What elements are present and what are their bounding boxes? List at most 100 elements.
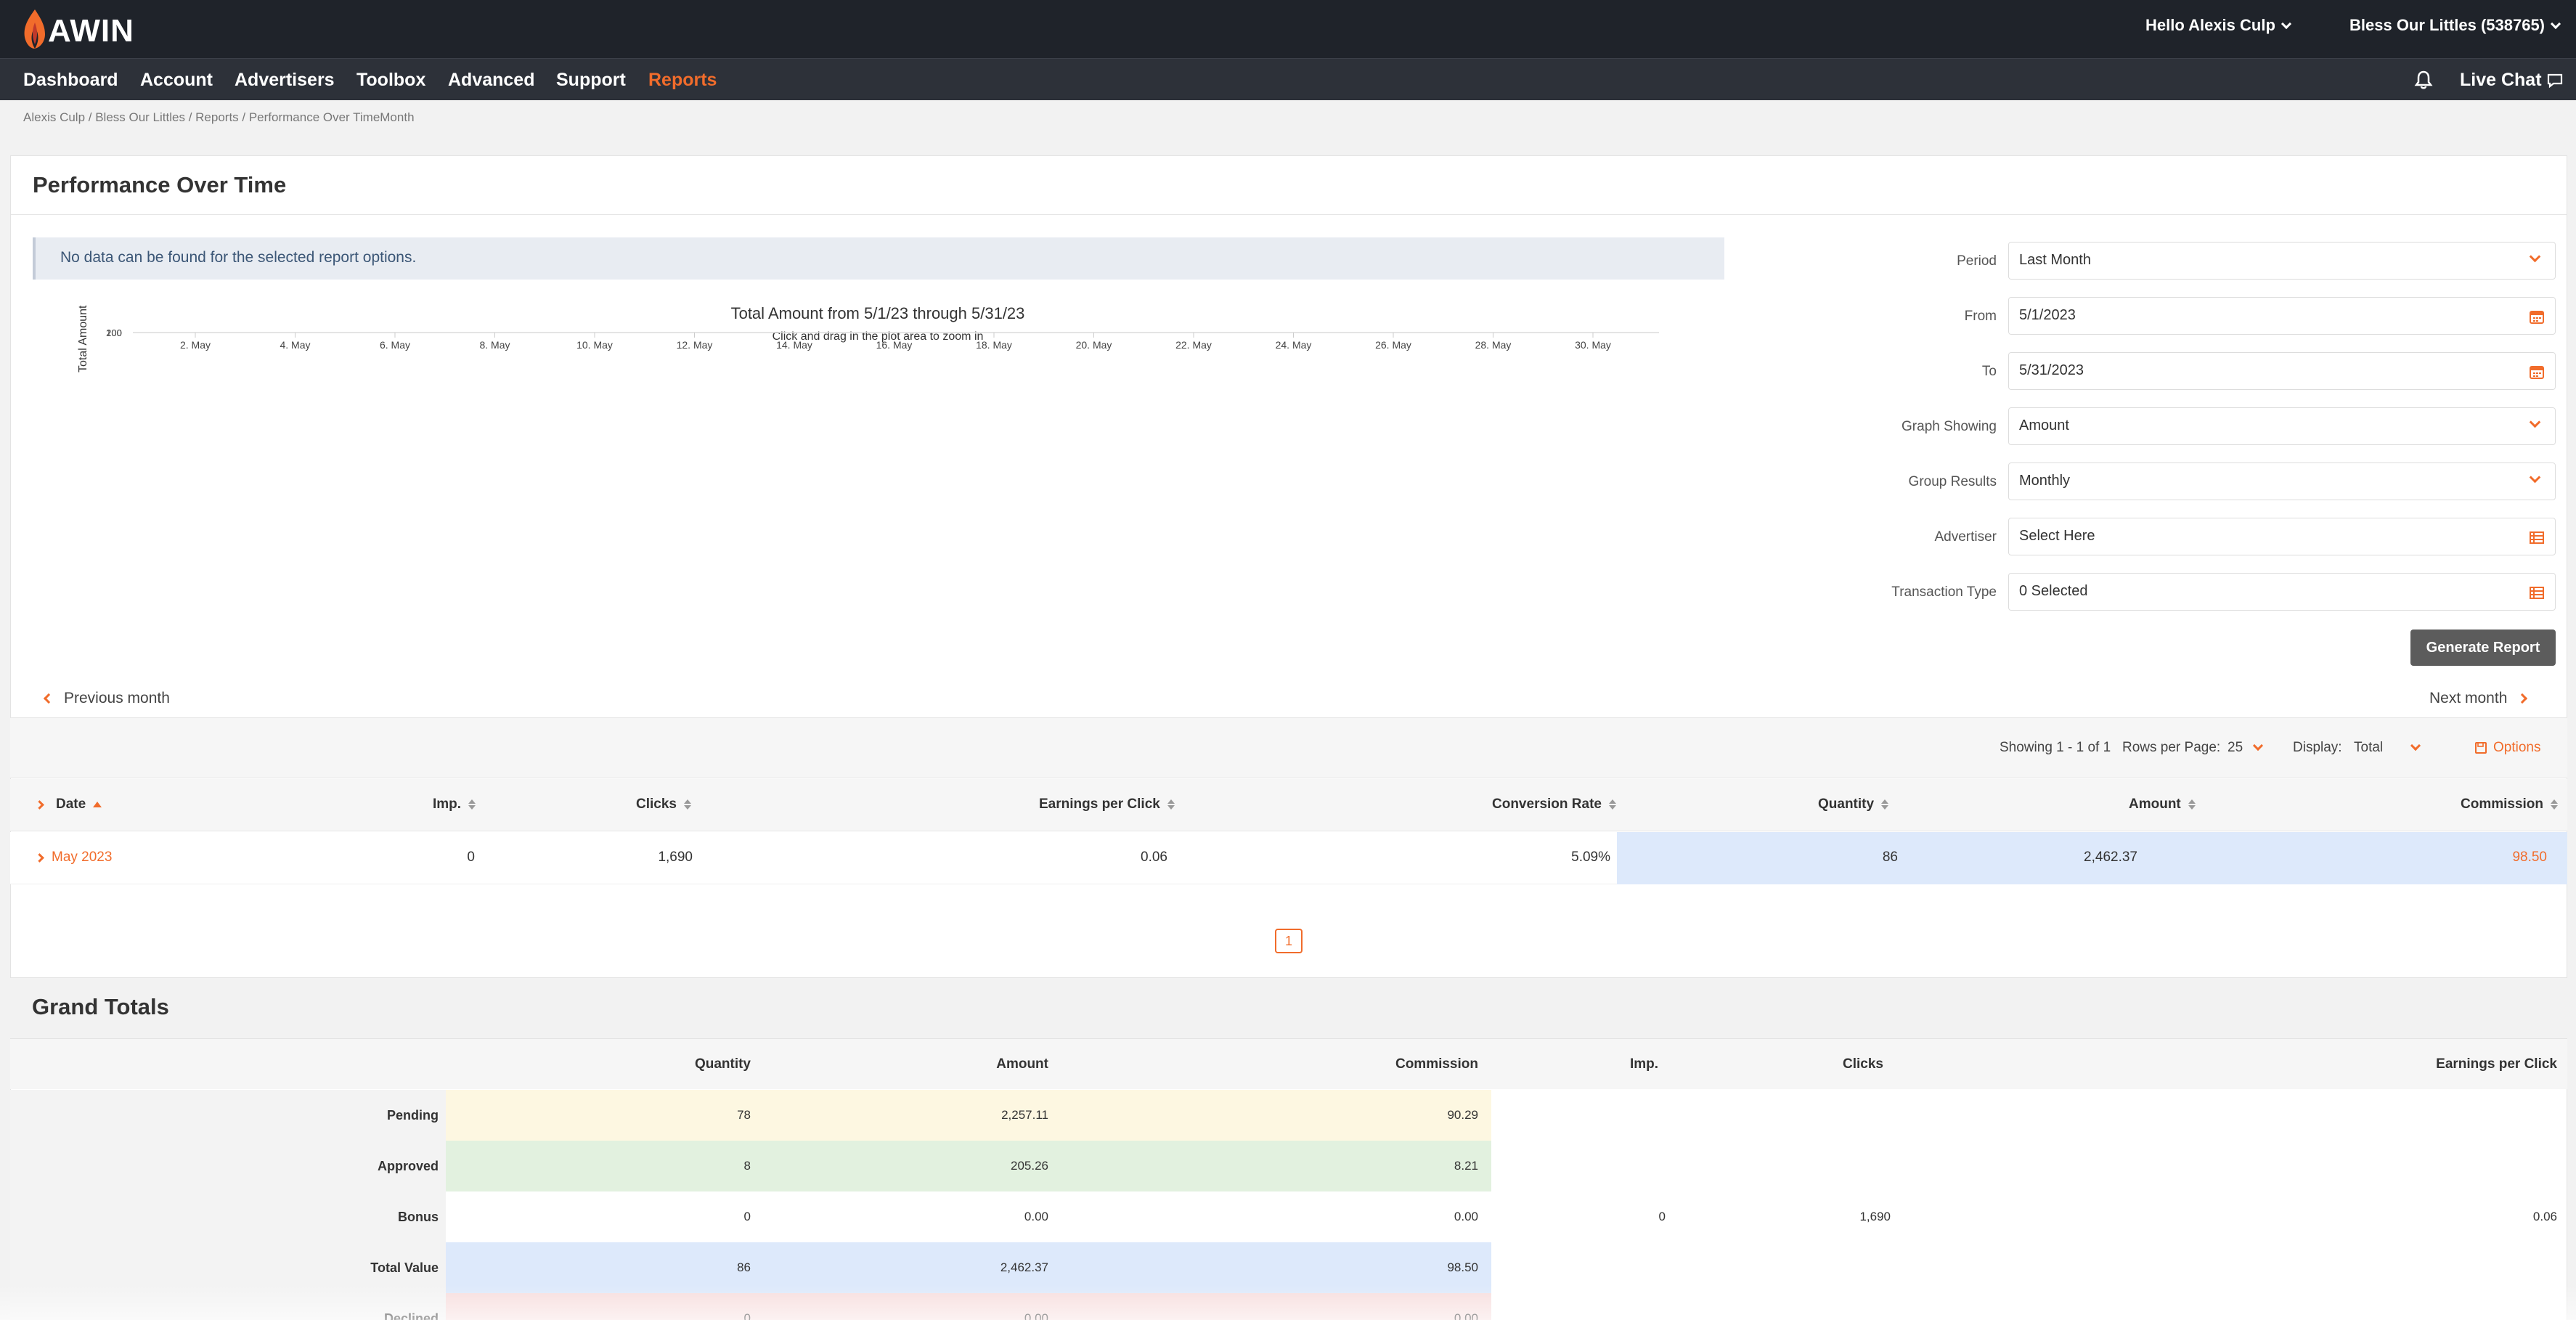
chart-ylabel: Total Amount (77, 305, 89, 372)
calendar-icon[interactable] (2529, 364, 2545, 380)
nav-reports[interactable]: Reports (648, 70, 717, 91)
live-chat-button[interactable]: Live Chat (2460, 70, 2564, 91)
row-date: May 2023 (52, 850, 113, 865)
period-label: Period (1957, 253, 1997, 269)
nav-account[interactable]: Account (140, 70, 213, 91)
x-tick-label: 20. May (1076, 339, 1112, 351)
col-quantity[interactable]: Quantity (1818, 797, 1889, 812)
group-results-select[interactable]: Monthly (2008, 463, 2556, 500)
col-date[interactable]: Date (35, 797, 102, 812)
sort-icon (1881, 799, 1889, 810)
calendar-icon[interactable] (2529, 309, 2545, 325)
top-bar: AWIN Hello Alexis Culp Bless Our Littles… (0, 0, 2576, 58)
transaction-type-value: 0 Selected (2019, 583, 2088, 599)
expand-all-icon[interactable] (35, 799, 44, 810)
col-earnings-per-click[interactable]: Earnings per Click (1039, 797, 1175, 812)
nav-toolbox[interactable]: Toolbox (356, 70, 425, 91)
table-header: Date Imp. Clicks Earnings per Click Conv… (10, 779, 2567, 831)
grand-total-row: Pending 78 2,257.11 90.29 (10, 1090, 2567, 1141)
grand-total-row: Approved 8 205.26 8.21 (10, 1141, 2567, 1191)
col-date-label: Date (56, 797, 86, 812)
gt-col-commission: Commission (1395, 1056, 1478, 1072)
from-value: 5/1/2023 (2019, 307, 2076, 323)
nav-advanced[interactable]: Advanced (448, 70, 534, 91)
group-results-label: Group Results (1908, 474, 1997, 489)
gt-col-quantity: Quantity (694, 1056, 751, 1072)
x-tick-label: 6. May (380, 339, 410, 351)
col-imp[interactable]: Imp. (433, 797, 476, 812)
user-menu[interactable]: Hello Alexis Culp (2145, 16, 2291, 35)
next-month-label: Next month (2429, 690, 2508, 706)
chevron-down-icon (2529, 250, 2541, 263)
transaction-type-select[interactable]: 0 Selected (2008, 573, 2556, 611)
live-chat-label: Live Chat (2460, 70, 2542, 90)
awin-flame-icon (24, 9, 45, 49)
y-axis-ticks: 100200 (106, 327, 122, 338)
gt-col-epc: Earnings per Click (2436, 1056, 2557, 1072)
graph-showing-select[interactable]: Amount (2008, 407, 2556, 445)
nav-advertisers[interactable]: Advertisers (235, 70, 335, 91)
chevron-right-icon (2517, 693, 2528, 704)
gt-col-amount: Amount (996, 1056, 1048, 1072)
x-tick-label: 22. May (1175, 339, 1212, 351)
row-commission[interactable]: 98.50 (2406, 850, 2547, 865)
period-select[interactable]: Last Month (2008, 242, 2556, 280)
generate-report-button[interactable]: Generate Report (2410, 630, 2556, 666)
next-month-link[interactable]: Next month (2429, 690, 2528, 707)
grand-totals-columns: Quantity Amount Commission Imp. Clicks E… (10, 1038, 2567, 1089)
grand-totals-header: Grand Totals (10, 977, 2567, 1038)
gt-amount: 0.00 (1024, 1210, 1048, 1223)
expand-row-icon[interactable] (35, 852, 44, 863)
gt-epc: 0.06 (2532, 1210, 2557, 1223)
rows-per-page-value: 25 (2227, 740, 2243, 755)
account-switcher[interactable]: Bless Our Littles (538765) (2349, 16, 2561, 35)
col-qty-label: Quantity (1818, 797, 1875, 812)
sort-icon (2551, 799, 2559, 810)
list-icon (2530, 531, 2544, 544)
table-row[interactable]: May 2023 0 1,690 0.06 5.09% 86 2,462.37 … (10, 832, 2567, 884)
to-date-input[interactable]: 5/31/2023 (2008, 352, 2556, 390)
col-amount[interactable]: Amount (2129, 797, 2196, 812)
chart-title: Total Amount from 5/1/23 through 5/31/23 (731, 304, 1025, 322)
gt-commission: 98.50 (1447, 1260, 1478, 1274)
display-select[interactable]: Total (2354, 740, 2421, 756)
advertiser-select[interactable]: Select Here (2008, 518, 2556, 555)
col-commission[interactable]: Commission (2461, 797, 2559, 812)
from-date-input[interactable]: 5/1/2023 (2008, 297, 2556, 335)
previous-month-link[interactable]: Previous month (43, 690, 170, 707)
gt-amount: 205.26 (1011, 1159, 1048, 1173)
col-conversion-rate[interactable]: Conversion Rate (1492, 797, 1616, 812)
rows-per-page-select[interactable]: 25 (2227, 740, 2264, 756)
bell-icon[interactable] (2414, 70, 2433, 90)
performance-chart[interactable]: Total Amount Total Amount from 5/1/23 th… (62, 301, 1703, 534)
sort-asc-icon (93, 802, 102, 807)
col-epc-label: Earnings per Click (1039, 797, 1160, 812)
gt-row-label: Approved (10, 1141, 446, 1191)
row-conv: 5.09% (1571, 850, 1610, 865)
divider (11, 214, 2567, 215)
chevron-down-icon (2253, 740, 2264, 751)
col-clicks[interactable]: Clicks (636, 797, 691, 812)
gt-quantity: 8 (743, 1159, 751, 1173)
row-epc: 0.06 (1141, 850, 1167, 865)
gt-row-label: Bonus (10, 1191, 446, 1242)
x-tick-label: 4. May (280, 339, 310, 351)
page-1-button[interactable]: 1 (1275, 929, 1303, 953)
bottom-fade (0, 1285, 2576, 1320)
advertiser-label: Advertiser (1934, 529, 1997, 545)
gt-commission: 0.00 (1454, 1210, 1478, 1223)
chevron-left-icon (43, 693, 54, 704)
row-imp: 0 (467, 850, 475, 865)
row-date-link[interactable]: May 2023 (35, 850, 113, 865)
awin-logo[interactable]: AWIN (20, 7, 134, 51)
sort-icon (2188, 799, 2196, 810)
nav-support[interactable]: Support (556, 70, 626, 91)
chevron-down-icon (2281, 18, 2291, 30)
advertiser-value: Select Here (2019, 528, 2095, 544)
x-tick-label: 26. May (1375, 339, 1411, 351)
options-label: Options (2493, 740, 2541, 755)
account-name: Bless Our Littles (538765) (2349, 16, 2546, 34)
nav-dashboard[interactable]: Dashboard (23, 70, 118, 91)
gt-imp: 0 (1658, 1210, 1666, 1223)
options-button[interactable]: Options (2474, 740, 2540, 756)
